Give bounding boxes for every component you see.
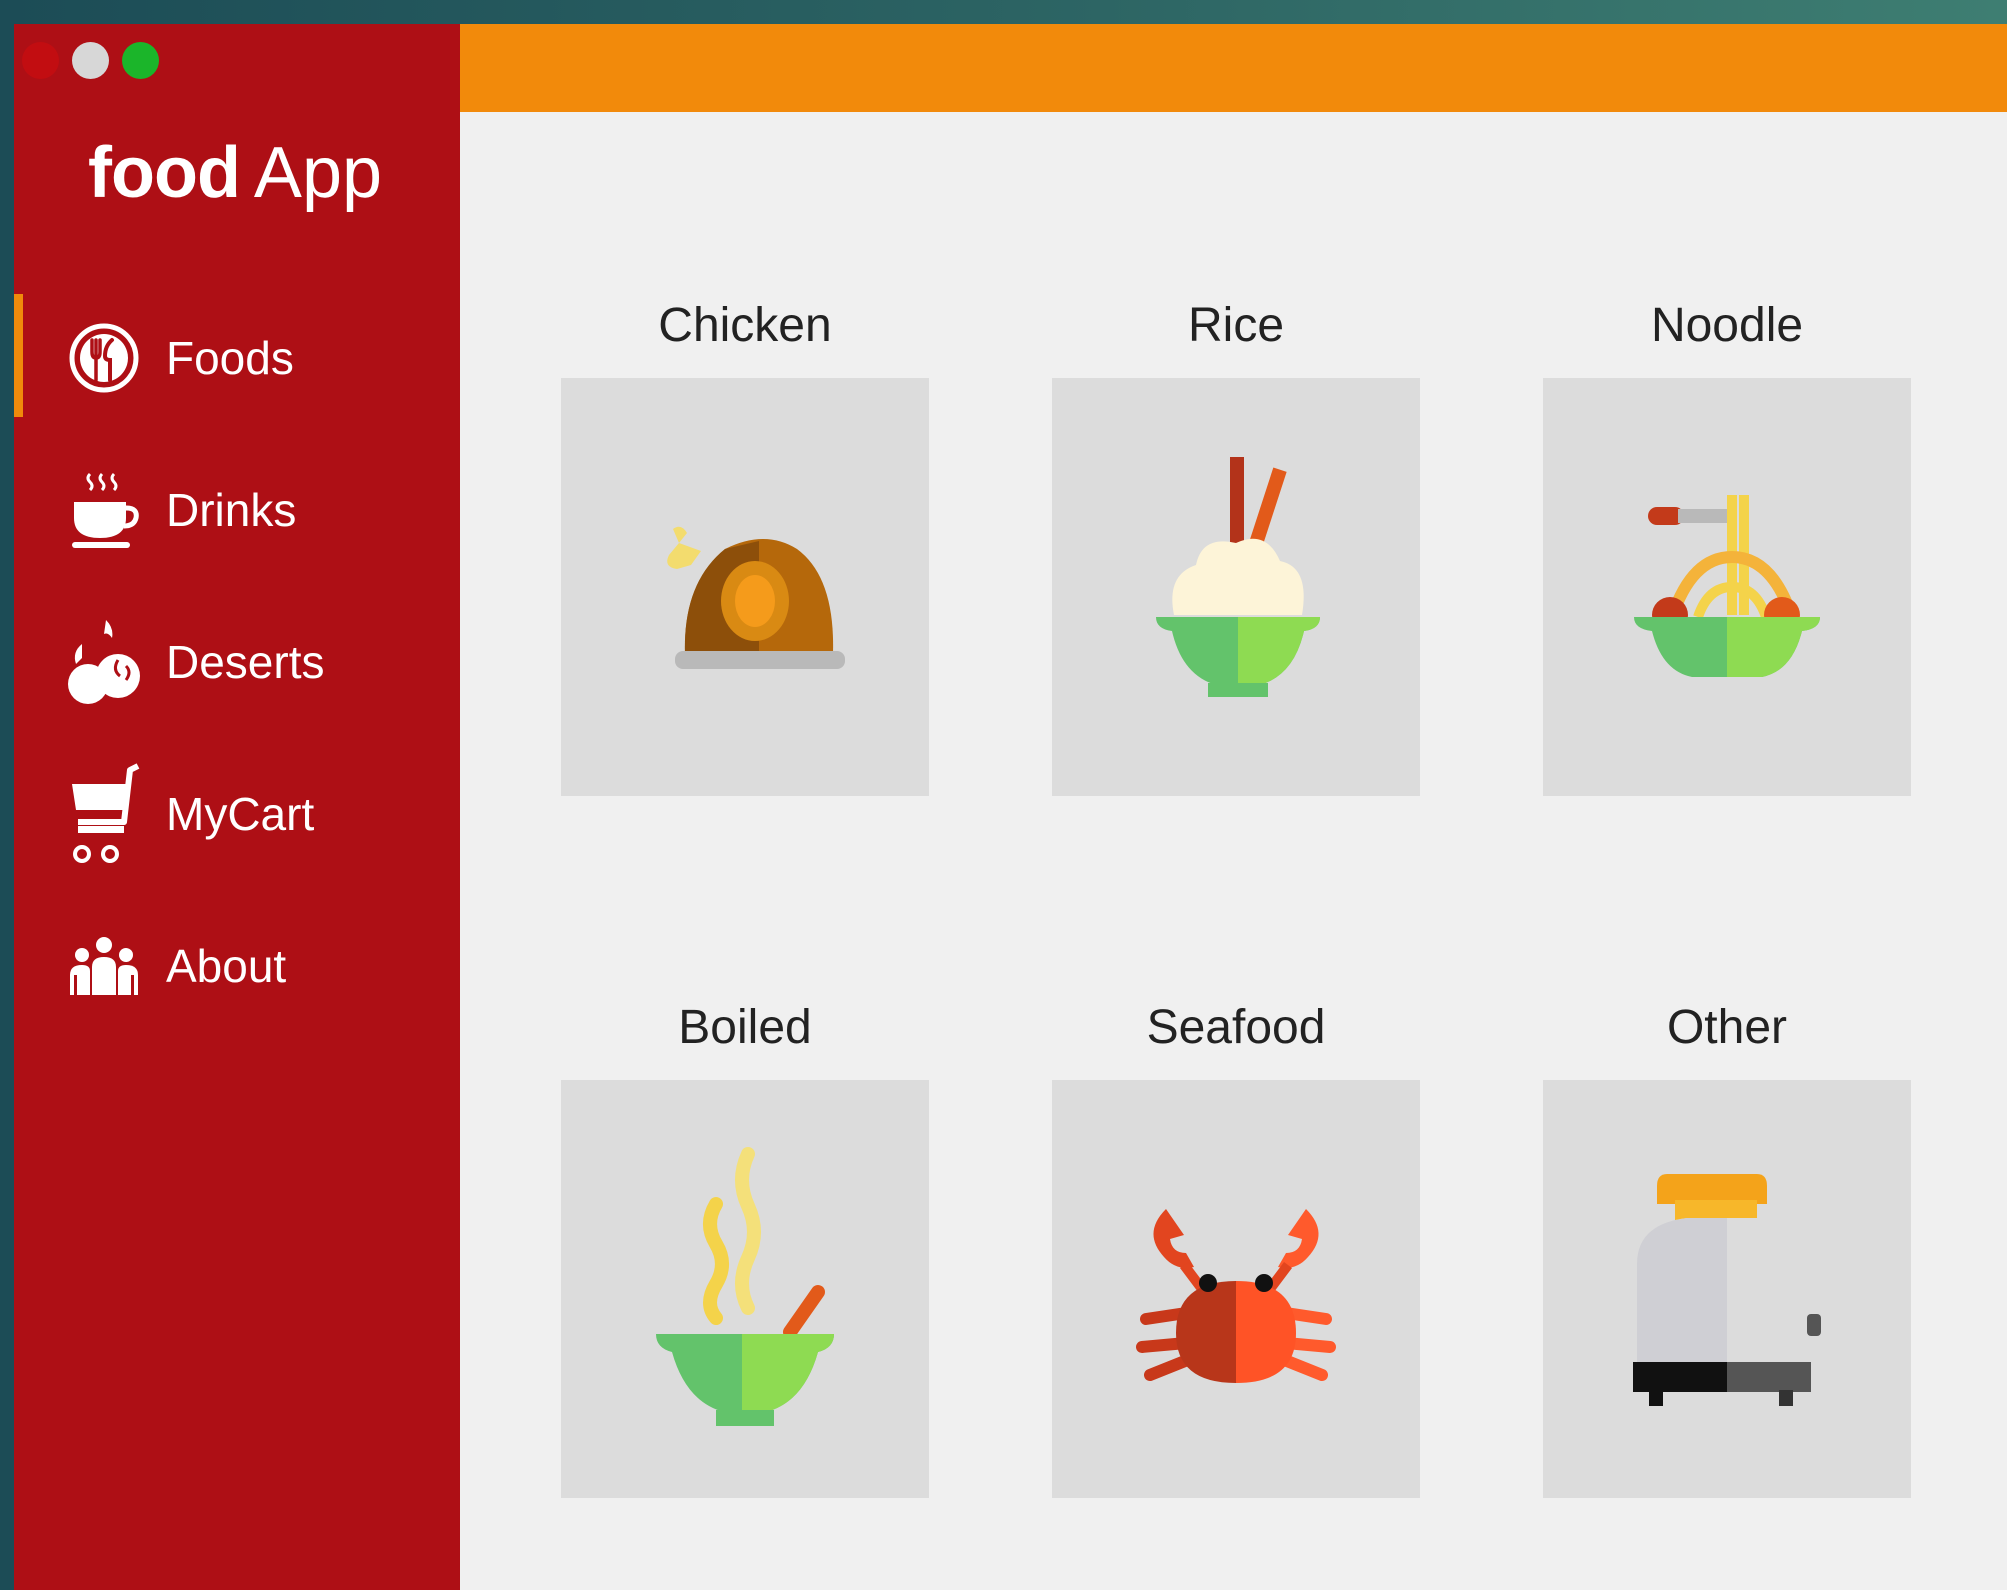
app-window: food App Foods Drinks Deserts MyCart Abo… — [14, 24, 2007, 1590]
category-tile-other[interactable] — [1543, 1080, 1911, 1498]
category-card-chicken: Chicken — [561, 296, 929, 796]
category-card-other: Other — [1543, 998, 1911, 1498]
roast-chicken-icon — [667, 526, 845, 669]
logo-bold-text: food — [88, 133, 241, 213]
category-tile-boiled[interactable] — [561, 1080, 929, 1498]
sidebar-item-deserts[interactable]: Deserts — [14, 586, 460, 738]
category-grid: Chicken Rice Noodle Boiled Seafood Other — [460, 112, 2007, 1590]
category-card-rice: Rice — [1052, 296, 1420, 796]
category-tile-noodle[interactable] — [1543, 378, 1911, 796]
category-tile-rice[interactable] — [1052, 378, 1420, 796]
sidebar-item-drinks[interactable]: Drinks — [14, 434, 460, 586]
dessert-icon — [62, 614, 146, 710]
sidebar-item-mycart[interactable]: MyCart — [14, 738, 460, 890]
coffee-cup-icon — [62, 462, 146, 558]
logo-regular-text: App — [253, 133, 383, 213]
sidebar-item-label: Drinks — [166, 484, 297, 536]
shopping-cart-icon — [62, 763, 146, 863]
category-card-seafood: Seafood — [1052, 998, 1420, 1498]
category-title: Noodle — [1650, 299, 1804, 352]
category-card-noodle: Noodle — [1543, 296, 1911, 796]
toaster-icon — [1633, 1174, 1821, 1406]
category-title: Boiled — [678, 1001, 812, 1054]
category-title: Seafood — [1146, 1001, 1326, 1054]
app-logo: food App — [88, 137, 382, 209]
noodle-bowl-icon — [1634, 495, 1820, 677]
sidebar: food App Foods Drinks Deserts MyCart Abo… — [14, 24, 460, 1590]
category-card-boiled: Boiled — [561, 998, 929, 1498]
category-title: Other — [1666, 1001, 1788, 1054]
soup-bowl-icon — [656, 1147, 834, 1426]
category-title: Rice — [1187, 299, 1285, 352]
minimize-window-button[interactable] — [72, 42, 109, 79]
sidebar-item-about[interactable]: About — [14, 890, 460, 1042]
sidebar-nav: Foods Drinks Deserts MyCart About — [14, 282, 460, 1042]
close-window-button[interactable] — [22, 42, 59, 79]
sidebar-item-label: About — [166, 940, 287, 992]
sidebar-item-label: Deserts — [166, 636, 325, 688]
sidebar-item-label: MyCart — [166, 788, 315, 840]
category-tile-chicken[interactable] — [561, 378, 929, 796]
category-title: Chicken — [658, 299, 832, 352]
sidebar-item-foods[interactable]: Foods — [14, 282, 460, 434]
plate-fork-icon — [62, 310, 146, 406]
window-controls — [22, 42, 159, 79]
category-tile-seafood[interactable] — [1052, 1080, 1420, 1498]
maximize-window-button[interactable] — [122, 42, 159, 79]
top-bar — [460, 24, 2007, 112]
sidebar-item-label: Foods — [166, 332, 294, 384]
rice-bowl-icon — [1156, 457, 1320, 697]
people-icon — [62, 918, 146, 1014]
crab-icon — [1136, 1209, 1336, 1383]
